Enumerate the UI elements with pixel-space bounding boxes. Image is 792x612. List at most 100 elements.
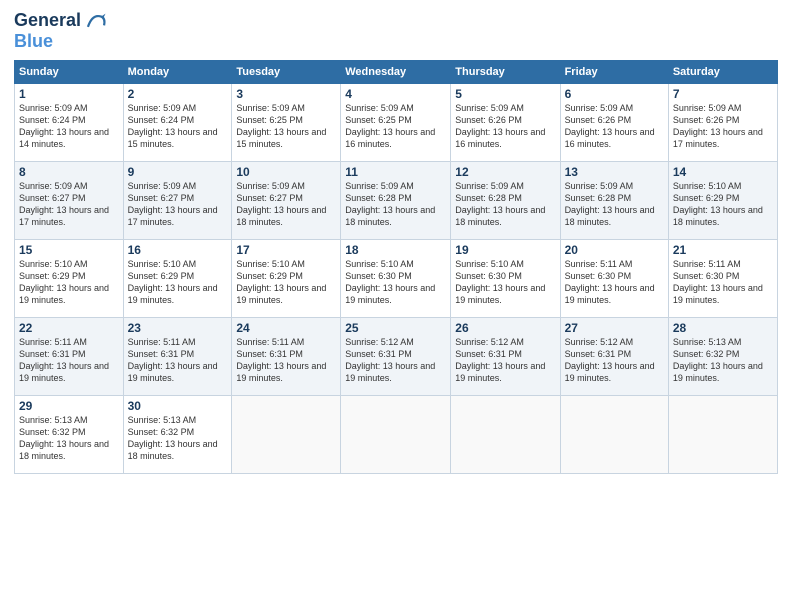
- day-number: 14: [673, 165, 773, 179]
- day-info: Sunrise: 5:11 AM Sunset: 6:31 PM Dayligh…: [19, 337, 109, 383]
- day-number: 12: [455, 165, 555, 179]
- day-number: 11: [345, 165, 446, 179]
- day-info: Sunrise: 5:10 AM Sunset: 6:29 PM Dayligh…: [673, 181, 763, 227]
- day-number: 3: [236, 87, 336, 101]
- day-number: 26: [455, 321, 555, 335]
- table-row: 29 Sunrise: 5:13 AM Sunset: 6:32 PM Dayl…: [15, 396, 124, 474]
- day-info: Sunrise: 5:09 AM Sunset: 6:28 PM Dayligh…: [565, 181, 655, 227]
- day-info: Sunrise: 5:10 AM Sunset: 6:29 PM Dayligh…: [236, 259, 326, 305]
- col-tuesday: Tuesday: [232, 61, 341, 84]
- day-number: 5: [455, 87, 555, 101]
- calendar-table: Sunday Monday Tuesday Wednesday Thursday…: [14, 60, 778, 474]
- logo-blue: Blue: [14, 31, 53, 51]
- day-number: 4: [345, 87, 446, 101]
- table-row: 14 Sunrise: 5:10 AM Sunset: 6:29 PM Dayl…: [668, 162, 777, 240]
- day-number: 7: [673, 87, 773, 101]
- table-row: [232, 396, 341, 474]
- table-row: 21 Sunrise: 5:11 AM Sunset: 6:30 PM Dayl…: [668, 240, 777, 318]
- day-number: 30: [128, 399, 228, 413]
- table-row: [451, 396, 560, 474]
- table-row: 4 Sunrise: 5:09 AM Sunset: 6:25 PM Dayli…: [341, 84, 451, 162]
- table-row: [560, 396, 668, 474]
- table-row: [341, 396, 451, 474]
- table-row: 3 Sunrise: 5:09 AM Sunset: 6:25 PM Dayli…: [232, 84, 341, 162]
- day-info: Sunrise: 5:09 AM Sunset: 6:27 PM Dayligh…: [19, 181, 109, 227]
- table-row: 11 Sunrise: 5:09 AM Sunset: 6:28 PM Dayl…: [341, 162, 451, 240]
- day-number: 27: [565, 321, 664, 335]
- col-sunday: Sunday: [15, 61, 124, 84]
- day-number: 9: [128, 165, 228, 179]
- col-monday: Monday: [123, 61, 232, 84]
- day-info: Sunrise: 5:09 AM Sunset: 6:27 PM Dayligh…: [128, 181, 218, 227]
- day-number: 2: [128, 87, 228, 101]
- day-info: Sunrise: 5:10 AM Sunset: 6:30 PM Dayligh…: [345, 259, 435, 305]
- day-info: Sunrise: 5:13 AM Sunset: 6:32 PM Dayligh…: [128, 415, 218, 461]
- table-row: 26 Sunrise: 5:12 AM Sunset: 6:31 PM Dayl…: [451, 318, 560, 396]
- table-row: 12 Sunrise: 5:09 AM Sunset: 6:28 PM Dayl…: [451, 162, 560, 240]
- col-saturday: Saturday: [668, 61, 777, 84]
- day-number: 8: [19, 165, 119, 179]
- day-number: 1: [19, 87, 119, 101]
- day-number: 17: [236, 243, 336, 257]
- day-info: Sunrise: 5:09 AM Sunset: 6:27 PM Dayligh…: [236, 181, 326, 227]
- day-info: Sunrise: 5:11 AM Sunset: 6:30 PM Dayligh…: [673, 259, 763, 305]
- day-info: Sunrise: 5:11 AM Sunset: 6:31 PM Dayligh…: [128, 337, 218, 383]
- day-info: Sunrise: 5:10 AM Sunset: 6:29 PM Dayligh…: [19, 259, 109, 305]
- table-row: 5 Sunrise: 5:09 AM Sunset: 6:26 PM Dayli…: [451, 84, 560, 162]
- day-info: Sunrise: 5:09 AM Sunset: 6:24 PM Dayligh…: [128, 103, 218, 149]
- table-row: 6 Sunrise: 5:09 AM Sunset: 6:26 PM Dayli…: [560, 84, 668, 162]
- logo-icon: [85, 10, 107, 32]
- page: General Blue Sunday Monday Tuesday Wedne…: [0, 0, 792, 612]
- table-row: 25 Sunrise: 5:12 AM Sunset: 6:31 PM Dayl…: [341, 318, 451, 396]
- day-info: Sunrise: 5:10 AM Sunset: 6:29 PM Dayligh…: [128, 259, 218, 305]
- day-number: 29: [19, 399, 119, 413]
- logo-text: General: [14, 11, 81, 31]
- day-number: 6: [565, 87, 664, 101]
- day-info: Sunrise: 5:09 AM Sunset: 6:25 PM Dayligh…: [345, 103, 435, 149]
- day-info: Sunrise: 5:13 AM Sunset: 6:32 PM Dayligh…: [673, 337, 763, 383]
- day-number: 16: [128, 243, 228, 257]
- day-number: 19: [455, 243, 555, 257]
- table-row: 22 Sunrise: 5:11 AM Sunset: 6:31 PM Dayl…: [15, 318, 124, 396]
- day-info: Sunrise: 5:09 AM Sunset: 6:24 PM Dayligh…: [19, 103, 109, 149]
- table-row: 10 Sunrise: 5:09 AM Sunset: 6:27 PM Dayl…: [232, 162, 341, 240]
- table-row: 17 Sunrise: 5:10 AM Sunset: 6:29 PM Dayl…: [232, 240, 341, 318]
- day-number: 10: [236, 165, 336, 179]
- day-number: 20: [565, 243, 664, 257]
- day-info: Sunrise: 5:13 AM Sunset: 6:32 PM Dayligh…: [19, 415, 109, 461]
- day-info: Sunrise: 5:12 AM Sunset: 6:31 PM Dayligh…: [565, 337, 655, 383]
- day-info: Sunrise: 5:10 AM Sunset: 6:30 PM Dayligh…: [455, 259, 545, 305]
- day-number: 23: [128, 321, 228, 335]
- table-row: 8 Sunrise: 5:09 AM Sunset: 6:27 PM Dayli…: [15, 162, 124, 240]
- day-number: 13: [565, 165, 664, 179]
- day-number: 21: [673, 243, 773, 257]
- header: General Blue: [14, 10, 778, 52]
- day-info: Sunrise: 5:11 AM Sunset: 6:30 PM Dayligh…: [565, 259, 655, 305]
- table-row: 24 Sunrise: 5:11 AM Sunset: 6:31 PM Dayl…: [232, 318, 341, 396]
- day-info: Sunrise: 5:09 AM Sunset: 6:26 PM Dayligh…: [565, 103, 655, 149]
- table-row: [668, 396, 777, 474]
- day-info: Sunrise: 5:09 AM Sunset: 6:26 PM Dayligh…: [673, 103, 763, 149]
- day-number: 24: [236, 321, 336, 335]
- day-number: 28: [673, 321, 773, 335]
- table-row: 23 Sunrise: 5:11 AM Sunset: 6:31 PM Dayl…: [123, 318, 232, 396]
- table-row: 13 Sunrise: 5:09 AM Sunset: 6:28 PM Dayl…: [560, 162, 668, 240]
- table-row: 9 Sunrise: 5:09 AM Sunset: 6:27 PM Dayli…: [123, 162, 232, 240]
- table-row: 27 Sunrise: 5:12 AM Sunset: 6:31 PM Dayl…: [560, 318, 668, 396]
- day-info: Sunrise: 5:11 AM Sunset: 6:31 PM Dayligh…: [236, 337, 326, 383]
- day-info: Sunrise: 5:09 AM Sunset: 6:28 PM Dayligh…: [455, 181, 545, 227]
- table-row: 19 Sunrise: 5:10 AM Sunset: 6:30 PM Dayl…: [451, 240, 560, 318]
- day-info: Sunrise: 5:09 AM Sunset: 6:28 PM Dayligh…: [345, 181, 435, 227]
- day-info: Sunrise: 5:12 AM Sunset: 6:31 PM Dayligh…: [455, 337, 545, 383]
- table-row: 20 Sunrise: 5:11 AM Sunset: 6:30 PM Dayl…: [560, 240, 668, 318]
- col-wednesday: Wednesday: [341, 61, 451, 84]
- col-friday: Friday: [560, 61, 668, 84]
- day-number: 22: [19, 321, 119, 335]
- day-info: Sunrise: 5:09 AM Sunset: 6:26 PM Dayligh…: [455, 103, 545, 149]
- table-row: 15 Sunrise: 5:10 AM Sunset: 6:29 PM Dayl…: [15, 240, 124, 318]
- day-number: 18: [345, 243, 446, 257]
- table-row: 1 Sunrise: 5:09 AM Sunset: 6:24 PM Dayli…: [15, 84, 124, 162]
- table-row: 30 Sunrise: 5:13 AM Sunset: 6:32 PM Dayl…: [123, 396, 232, 474]
- day-number: 25: [345, 321, 446, 335]
- table-row: 28 Sunrise: 5:13 AM Sunset: 6:32 PM Dayl…: [668, 318, 777, 396]
